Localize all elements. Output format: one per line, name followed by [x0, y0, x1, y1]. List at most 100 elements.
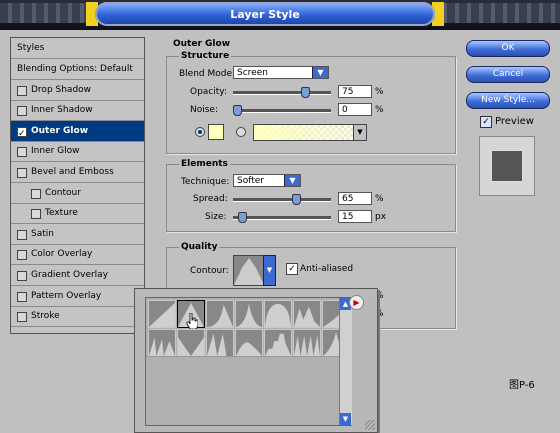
style-item-inner-glow[interactable]: Inner Glow: [11, 141, 144, 163]
style-checkbox[interactable]: [17, 250, 27, 261]
resize-grip-icon[interactable]: [365, 420, 375, 430]
style-item-gradient-overlay[interactable]: Gradient Overlay: [11, 265, 144, 286]
style-checkbox[interactable]: [31, 209, 41, 220]
style-item-label: Texture: [45, 208, 78, 219]
contour-preset-ring-triple[interactable]: [293, 329, 321, 357]
technique-label: Technique:: [181, 177, 230, 187]
contour-picker-popup: ▲ ▼: [134, 288, 378, 433]
contour-curve: [265, 333, 291, 356]
style-item-blending-options-default[interactable]: Blending Options: Default: [11, 59, 144, 80]
contour-dropdown-button[interactable]: ▼: [263, 255, 276, 286]
style-item-bevel-and-emboss[interactable]: Bevel and Emboss: [11, 162, 144, 183]
contour-preset-rounded-steps[interactable]: [264, 329, 292, 357]
contour-preset-cove-deep[interactable]: [206, 300, 234, 328]
style-checkbox[interactable]: [17, 229, 27, 240]
style-item-drop-shadow[interactable]: Drop Shadow: [11, 80, 144, 101]
new-style-button[interactable]: New Style...: [466, 92, 550, 109]
scroll-down-icon[interactable]: ▼: [340, 413, 351, 425]
ok-button[interactable]: OK: [466, 40, 550, 57]
style-item-label: Pattern Overlay: [31, 290, 102, 301]
contour-preset-sawtooth[interactable]: [148, 329, 176, 357]
style-checkbox[interactable]: [17, 312, 27, 323]
size-slider[interactable]: [233, 212, 331, 223]
elements-title: Elements: [179, 159, 230, 169]
technique-select[interactable]: Softer ▼: [233, 174, 301, 187]
anti-aliased-label: Anti-aliased: [300, 264, 354, 274]
noise-slider[interactable]: [233, 105, 331, 116]
contour-preset-linear[interactable]: [148, 300, 176, 328]
style-checkbox[interactable]: [17, 147, 27, 158]
opacity-slider-thumb[interactable]: [301, 87, 311, 98]
contour-preset-cove-shallow[interactable]: [235, 329, 263, 357]
contour-preset-gaussian[interactable]: [235, 300, 263, 328]
styles-list: Styles Blending Options: Default Drop Sha…: [10, 37, 145, 334]
preview-checkbox[interactable]: ✓: [480, 116, 492, 128]
style-item-texture[interactable]: Texture: [11, 203, 144, 225]
noise-label: Noise:: [190, 105, 218, 115]
contour-curve: [236, 303, 262, 327]
contour-curve: [207, 304, 233, 327]
style-item-label: Outer Glow: [31, 125, 89, 136]
title-bar[interactable]: Layer Style: [0, 0, 560, 30]
opacity-unit: %: [375, 87, 384, 97]
spread-field[interactable]: 65: [338, 192, 372, 205]
style-item-label: Drop Shadow: [31, 84, 92, 95]
opacity-field[interactable]: 75: [338, 85, 372, 98]
style-checkbox[interactable]: [17, 106, 27, 117]
size-slider-thumb[interactable]: [238, 212, 248, 223]
contour-preview-curve: [234, 258, 264, 285]
chevron-down-icon: ▼: [312, 67, 328, 78]
spread-unit: %: [375, 194, 384, 204]
contour-preset-cone-inverted[interactable]: [177, 329, 205, 357]
styles-header[interactable]: Styles: [11, 38, 144, 59]
glow-color-swatch[interactable]: [208, 124, 224, 140]
solid-color-radio[interactable]: [195, 127, 205, 137]
style-checkbox[interactable]: [31, 188, 41, 199]
size-field[interactable]: 15: [338, 210, 372, 223]
contour-curve: [265, 303, 291, 327]
opacity-slider[interactable]: [233, 87, 331, 98]
size-label: Size:: [205, 212, 227, 222]
size-unit: px: [375, 212, 387, 222]
contour-preset-ring-double[interactable]: [206, 329, 234, 357]
style-checkbox[interactable]: [17, 168, 27, 178]
style-item-label: Inner Glow: [31, 146, 80, 157]
technique-value: Softer: [237, 176, 264, 186]
blend-mode-select[interactable]: Screen ▼: [233, 66, 329, 79]
quality-title: Quality: [179, 242, 220, 252]
chevron-down-icon: ▼: [353, 125, 366, 140]
style-item-outer-glow[interactable]: Outer Glow: [11, 120, 144, 144]
contour-scrollbar[interactable]: ▲ ▼: [339, 298, 352, 425]
style-item-label: Inner Shadow: [31, 105, 93, 116]
style-item-stroke[interactable]: Stroke: [11, 306, 144, 328]
preview-square: [491, 150, 523, 182]
spread-label: Spread:: [193, 194, 228, 204]
noise-field[interactable]: 0: [338, 103, 372, 116]
contour-curve: [149, 302, 175, 327]
gradient-picker[interactable]: ▼: [253, 124, 367, 141]
noise-slider-thumb[interactable]: [233, 105, 242, 116]
anti-aliased-checkbox[interactable]: ✓: [286, 263, 298, 275]
window-title: Layer Style: [230, 8, 300, 21]
style-checkbox[interactable]: [17, 291, 27, 302]
spread-slider-thumb[interactable]: [292, 194, 302, 205]
contour-menu-arrow-icon[interactable]: ▶: [349, 295, 364, 310]
style-item-inner-shadow[interactable]: Inner Shadow: [11, 100, 144, 122]
style-item-contour[interactable]: Contour: [11, 183, 144, 204]
contour-preset-ring[interactable]: [293, 300, 321, 328]
contour-grid: ▲ ▼: [145, 297, 352, 426]
blend-mode-label: Blend Mode:: [179, 69, 236, 79]
style-item-pattern-overlay[interactable]: Pattern Overlay: [11, 286, 144, 307]
contour-preset-half-round[interactable]: [264, 300, 292, 328]
style-item-color-overlay[interactable]: Color Overlay: [11, 244, 144, 266]
style-item-satin[interactable]: Satin: [11, 224, 144, 245]
contour-preview[interactable]: [233, 255, 265, 286]
style-checkbox[interactable]: [17, 85, 27, 96]
contour-curve: [236, 342, 262, 356]
spread-slider[interactable]: [233, 194, 331, 205]
gradient-radio[interactable]: [236, 127, 246, 137]
style-checkbox[interactable]: [17, 124, 27, 144]
contour-curve: [149, 337, 175, 356]
style-checkbox[interactable]: [17, 271, 27, 281]
cancel-button[interactable]: Cancel: [466, 66, 550, 83]
